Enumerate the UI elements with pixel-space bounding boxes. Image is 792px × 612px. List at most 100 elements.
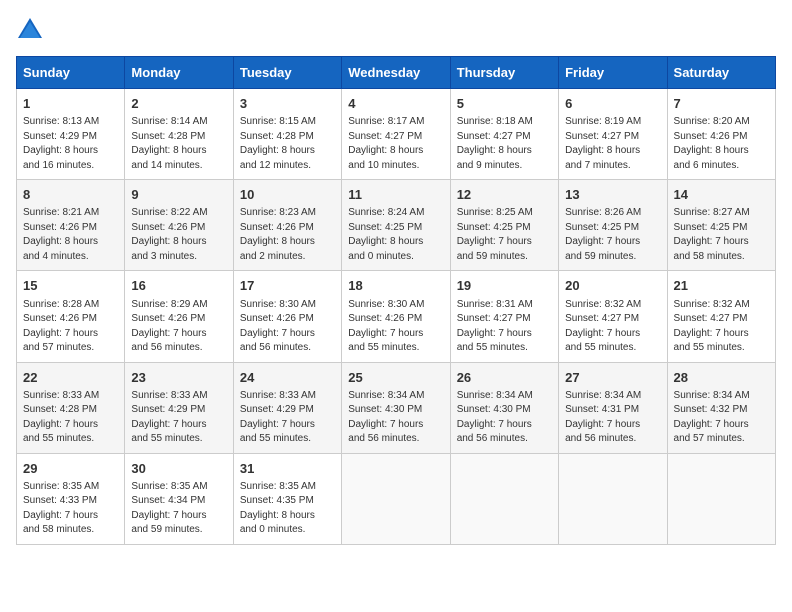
day-number: 18: [348, 277, 443, 295]
day-of-week-header: Saturday: [667, 57, 775, 89]
calendar-week-row: 1 Sunrise: 8:13 AM Sunset: 4:29 PM Daylig…: [17, 89, 776, 180]
calendar-cell: 19 Sunrise: 8:31 AM Sunset: 4:27 PM Dayli…: [450, 271, 558, 362]
calendar-cell: 16Sunrise: 8:29 AM Sunset: 4:26 PM Dayli…: [125, 271, 233, 362]
calendar-cell: [342, 453, 450, 544]
calendar-cell: [450, 453, 558, 544]
day-info: Sunrise: 8:14 AM Sunset: 4:28 PM Dayligh…: [131, 115, 226, 173]
day-of-week-header: Tuesday: [233, 57, 341, 89]
calendar-cell: 27 Sunrise: 8:34 AM Sunset: 4:31 PM Dayli…: [559, 362, 667, 453]
day-info: Sunrise: 8:24 AM Sunset: 4:25 PM Dayligh…: [348, 206, 443, 264]
calendar-cell: [559, 453, 667, 544]
day-info: Sunrise: 8:34 AM Sunset: 4:32 PM Dayligh…: [674, 389, 769, 447]
day-of-week-header: Sunday: [17, 57, 125, 89]
calendar-cell: 8Sunrise: 8:21 AM Sunset: 4:26 PM Daylig…: [17, 180, 125, 271]
day-info: Sunrise: 8:31 AM Sunset: 4:27 PM Dayligh…: [457, 298, 552, 356]
day-info: Sunrise: 8:34 AM Sunset: 4:31 PM Dayligh…: [565, 389, 660, 447]
day-number: 27: [565, 369, 660, 387]
day-info: Sunrise: 8:21 AM Sunset: 4:26 PM Dayligh…: [23, 206, 118, 264]
calendar-cell: 3 Sunrise: 8:15 AM Sunset: 4:28 PM Daylig…: [233, 89, 341, 180]
calendar-cell: 21Sunrise: 8:32 AM Sunset: 4:27 PM Dayli…: [667, 271, 775, 362]
calendar-cell: 14 Sunrise: 8:27 AM Sunset: 4:25 PM Dayli…: [667, 180, 775, 271]
calendar-cell: 7 Sunrise: 8:20 AM Sunset: 4:26 PM Daylig…: [667, 89, 775, 180]
calendar-cell: 1 Sunrise: 8:13 AM Sunset: 4:29 PM Daylig…: [17, 89, 125, 180]
calendar-cell: 26 Sunrise: 8:34 AM Sunset: 4:30 PM Dayli…: [450, 362, 558, 453]
day-info: Sunrise: 8:25 AM Sunset: 4:25 PM Dayligh…: [457, 206, 552, 264]
day-info: Sunrise: 8:33 AM Sunset: 4:29 PM Dayligh…: [131, 389, 226, 447]
calendar-cell: 5 Sunrise: 8:18 AM Sunset: 4:27 PM Daylig…: [450, 89, 558, 180]
logo: [16, 16, 48, 44]
day-number: 7: [674, 95, 769, 113]
day-info: Sunrise: 8:32 AM Sunset: 4:27 PM Dayligh…: [674, 298, 769, 356]
calendar-cell: 17 Sunrise: 8:30 AM Sunset: 4:26 PM Dayli…: [233, 271, 341, 362]
day-info: Sunrise: 8:20 AM Sunset: 4:26 PM Dayligh…: [674, 115, 769, 173]
day-number: 9: [131, 186, 226, 204]
day-number: 3: [240, 95, 335, 113]
calendar-week-row: 22 Sunrise: 8:33 AM Sunset: 4:28 PM Dayli…: [17, 362, 776, 453]
day-number: 22: [23, 369, 118, 387]
day-of-week-header: Monday: [125, 57, 233, 89]
calendar-week-row: 15 Sunrise: 8:28 AM Sunset: 4:26 PM Dayli…: [17, 271, 776, 362]
day-info: Sunrise: 8:27 AM Sunset: 4:25 PM Dayligh…: [674, 206, 769, 264]
calendar-week-row: 29 Sunrise: 8:35 AM Sunset: 4:33 PM Dayli…: [17, 453, 776, 544]
calendar-cell: 13 Sunrise: 8:26 AM Sunset: 4:25 PM Dayli…: [559, 180, 667, 271]
day-number: 26: [457, 369, 552, 387]
calendar-cell: 30 Sunrise: 8:35 AM Sunset: 4:34 PM Dayli…: [125, 453, 233, 544]
day-info: Sunrise: 8:35 AM Sunset: 4:34 PM Dayligh…: [131, 480, 226, 538]
day-info: Sunrise: 8:28 AM Sunset: 4:26 PM Dayligh…: [23, 298, 118, 356]
calendar-cell: [667, 453, 775, 544]
day-number: 20: [565, 277, 660, 295]
calendar-cell: 6Sunrise: 8:19 AM Sunset: 4:27 PM Daylig…: [559, 89, 667, 180]
day-number: 13: [565, 186, 660, 204]
day-number: 28: [674, 369, 769, 387]
day-number: 25: [348, 369, 443, 387]
day-number: 1: [23, 95, 118, 113]
day-info: Sunrise: 8:30 AM Sunset: 4:26 PM Dayligh…: [348, 298, 443, 356]
calendar-cell: 25 Sunrise: 8:34 AM Sunset: 4:30 PM Dayli…: [342, 362, 450, 453]
day-info: Sunrise: 8:15 AM Sunset: 4:28 PM Dayligh…: [240, 115, 335, 173]
day-of-week-header: Friday: [559, 57, 667, 89]
calendar-cell: 28 Sunrise: 8:34 AM Sunset: 4:32 PM Dayli…: [667, 362, 775, 453]
day-number: 10: [240, 186, 335, 204]
day-info: Sunrise: 8:30 AM Sunset: 4:26 PM Dayligh…: [240, 298, 335, 356]
day-number: 30: [131, 460, 226, 478]
day-info: Sunrise: 8:18 AM Sunset: 4:27 PM Dayligh…: [457, 115, 552, 173]
calendar-header-row: SundayMondayTuesdayWednesdayThursdayFrid…: [17, 57, 776, 89]
calendar-week-row: 8Sunrise: 8:21 AM Sunset: 4:26 PM Daylig…: [17, 180, 776, 271]
calendar-cell: 22 Sunrise: 8:33 AM Sunset: 4:28 PM Dayli…: [17, 362, 125, 453]
day-info: Sunrise: 8:35 AM Sunset: 4:35 PM Dayligh…: [240, 480, 335, 538]
calendar-cell: 2 Sunrise: 8:14 AM Sunset: 4:28 PM Daylig…: [125, 89, 233, 180]
day-number: 11: [348, 186, 443, 204]
day-info: Sunrise: 8:29 AM Sunset: 4:26 PM Dayligh…: [131, 298, 226, 356]
day-info: Sunrise: 8:13 AM Sunset: 4:29 PM Dayligh…: [23, 115, 118, 173]
day-number: 5: [457, 95, 552, 113]
day-info: Sunrise: 8:26 AM Sunset: 4:25 PM Dayligh…: [565, 206, 660, 264]
calendar-cell: 4Sunrise: 8:17 AM Sunset: 4:27 PM Daylig…: [342, 89, 450, 180]
calendar-cell: 10Sunrise: 8:23 AM Sunset: 4:26 PM Dayli…: [233, 180, 341, 271]
calendar-cell: 29 Sunrise: 8:35 AM Sunset: 4:33 PM Dayli…: [17, 453, 125, 544]
calendar-cell: 9Sunrise: 8:22 AM Sunset: 4:26 PM Daylig…: [125, 180, 233, 271]
day-number: 31: [240, 460, 335, 478]
calendar-cell: 23 Sunrise: 8:33 AM Sunset: 4:29 PM Dayli…: [125, 362, 233, 453]
day-info: Sunrise: 8:32 AM Sunset: 4:27 PM Dayligh…: [565, 298, 660, 356]
day-number: 19: [457, 277, 552, 295]
day-of-week-header: Wednesday: [342, 57, 450, 89]
day-number: 15: [23, 277, 118, 295]
calendar-cell: 18 Sunrise: 8:30 AM Sunset: 4:26 PM Dayli…: [342, 271, 450, 362]
calendar-cell: 31 Sunrise: 8:35 AM Sunset: 4:35 PM Dayli…: [233, 453, 341, 544]
calendar-cell: 12 Sunrise: 8:25 AM Sunset: 4:25 PM Dayli…: [450, 180, 558, 271]
day-number: 17: [240, 277, 335, 295]
calendar-table: SundayMondayTuesdayWednesdayThursdayFrid…: [16, 56, 776, 545]
day-number: 2: [131, 95, 226, 113]
day-number: 4: [348, 95, 443, 113]
day-info: Sunrise: 8:34 AM Sunset: 4:30 PM Dayligh…: [457, 389, 552, 447]
day-number: 23: [131, 369, 226, 387]
day-info: Sunrise: 8:34 AM Sunset: 4:30 PM Dayligh…: [348, 389, 443, 447]
day-number: 6: [565, 95, 660, 113]
calendar-cell: 24Sunrise: 8:33 AM Sunset: 4:29 PM Dayli…: [233, 362, 341, 453]
day-number: 14: [674, 186, 769, 204]
day-info: Sunrise: 8:35 AM Sunset: 4:33 PM Dayligh…: [23, 480, 118, 538]
header: [16, 16, 776, 44]
day-number: 12: [457, 186, 552, 204]
day-number: 29: [23, 460, 118, 478]
day-info: Sunrise: 8:33 AM Sunset: 4:28 PM Dayligh…: [23, 389, 118, 447]
